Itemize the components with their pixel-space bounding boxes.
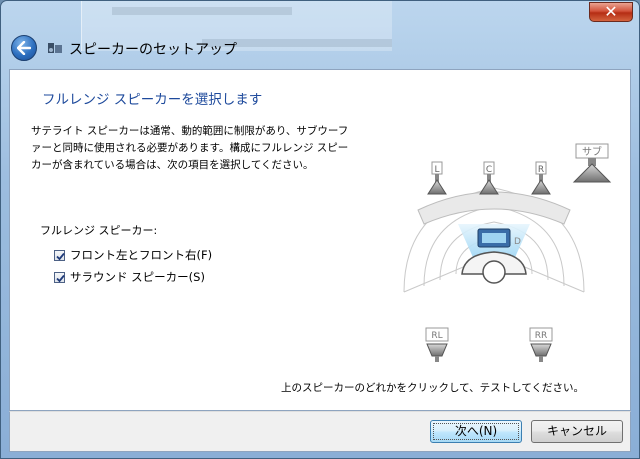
svg-text:RR: RR bbox=[535, 331, 548, 341]
svg-text:RL: RL bbox=[431, 331, 442, 341]
close-button[interactable]: ✕ bbox=[589, 2, 633, 22]
back-arrow-icon bbox=[17, 41, 31, 55]
page-heading: フルレンジ スピーカーを選択します bbox=[42, 92, 263, 108]
checkmark-icon bbox=[56, 252, 65, 260]
fullrange-speakers-label: フルレンジ スピーカー: bbox=[40, 224, 158, 237]
svg-text:L: L bbox=[434, 165, 439, 175]
surround-speakers-checkbox[interactable]: サラウンド スピーカー(S) bbox=[54, 269, 205, 285]
svg-text:R: R bbox=[538, 165, 544, 175]
rear-right-speaker[interactable]: RR bbox=[529, 327, 553, 362]
front-left-speaker[interactable]: L bbox=[427, 161, 447, 195]
svg-text:C: C bbox=[486, 165, 492, 175]
speaker-layout-diagram: D L C R サブ RL RR bbox=[403, 143, 612, 362]
next-button-label: 次へ(N) bbox=[454, 424, 498, 438]
content-panel: フルレンジ スピーカーを選択します サテライト スピーカーは通常、動的範囲に制限… bbox=[9, 69, 631, 411]
cancel-button-label: キャンセル bbox=[546, 424, 607, 438]
rear-left-speaker[interactable]: RL bbox=[425, 327, 449, 362]
next-button[interactable]: 次へ(N) bbox=[430, 420, 522, 443]
description-text: サテライト スピーカーは通常、動的範囲に制限があり、サブウーフ ァーと同時に使用… bbox=[31, 125, 349, 171]
window-title: スピーカーのセットアップ bbox=[69, 42, 237, 58]
close-icon: ✕ bbox=[604, 2, 618, 21]
arc-band bbox=[417, 191, 571, 225]
button-bar: 次へ(N) キャンセル bbox=[9, 411, 631, 452]
checkbox-label: サラウンド スピーカー(S) bbox=[70, 270, 205, 284]
dialog-window: ✕ スピーカーのセットアップ フルレンジ スピーカーを選択します サテライト ス… bbox=[0, 0, 640, 459]
front-right-speaker[interactable]: R bbox=[531, 161, 551, 195]
checkbox-box[interactable] bbox=[54, 271, 65, 283]
svg-text:サブ: サブ bbox=[582, 145, 602, 158]
front-left-right-checkbox[interactable]: フロント左とフロント右(F) bbox=[54, 247, 212, 263]
center-speaker[interactable]: C bbox=[479, 161, 499, 195]
speaker-setup-icon bbox=[48, 43, 62, 53]
checkbox-label: フロント左とフロント右(F) bbox=[70, 248, 213, 262]
checkmark-icon bbox=[56, 274, 65, 282]
cancel-button[interactable]: キャンセル bbox=[531, 420, 623, 443]
svg-text:D: D bbox=[514, 237, 521, 247]
test-instruction-text: 上のスピーカーのどれかをクリックして、テストしてください。 bbox=[281, 382, 585, 394]
subwoofer-speaker[interactable]: サブ bbox=[572, 143, 612, 183]
back-button[interactable] bbox=[11, 35, 37, 61]
checkbox-box[interactable] bbox=[54, 249, 65, 261]
